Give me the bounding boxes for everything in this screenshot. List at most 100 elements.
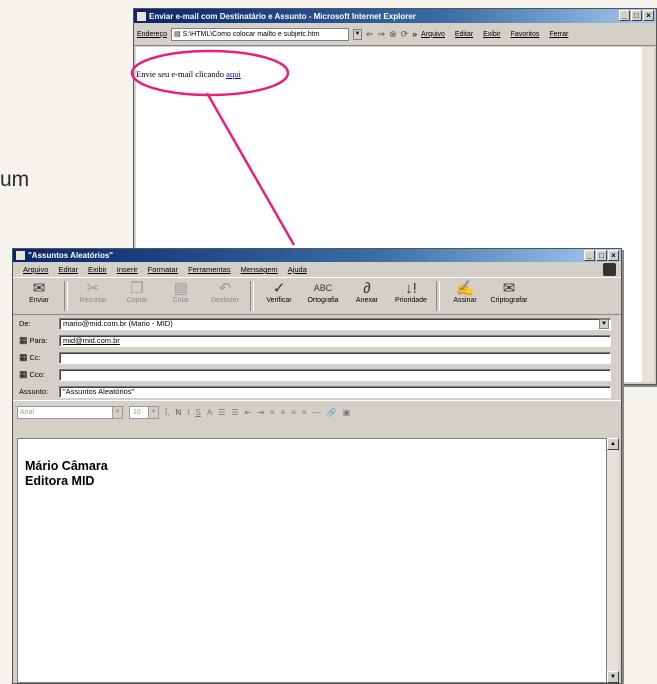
chevron-down-icon[interactable]: ▼ <box>148 406 158 418</box>
chevron-down-icon[interactable]: ▼ <box>599 318 609 329</box>
stop-icon[interactable]: ⊗ <box>389 29 397 40</box>
send-label: Enviar <box>29 297 49 304</box>
horizontal-line-icon[interactable]: — <box>313 408 321 417</box>
menu-formatar[interactable]: Formatar <box>148 265 178 274</box>
align-center-icon[interactable]: ≡ <box>281 408 286 417</box>
scroll-up-icon[interactable]: ▲ <box>607 438 619 450</box>
address-book-icon: ▦ <box>19 335 28 345</box>
back-icon[interactable]: ⇐ <box>366 29 374 40</box>
menu-arquivo[interactable]: Arquivo <box>23 265 48 274</box>
undo-button[interactable]: ↶ Desfazer <box>203 278 247 304</box>
insert-image-icon[interactable]: ▣ <box>343 408 351 417</box>
font-name-value: Arial <box>20 408 35 416</box>
signature: Mário Câmara Editora MID <box>25 459 108 489</box>
decrease-indent-icon[interactable]: ⇤ <box>245 408 252 417</box>
underline-icon[interactable]: S <box>195 408 200 417</box>
undo-icon: ↶ <box>218 280 232 297</box>
from-label: De: <box>19 319 59 328</box>
font-size-select[interactable]: 10 ▼ <box>129 405 159 419</box>
address-book-icon: ▦ <box>19 352 28 362</box>
ie-title: Enviar e-mail com Destinatário e Assunto… <box>149 11 416 21</box>
ie-menu-exibir[interactable]: Exibir <box>483 31 501 38</box>
ie-menu-editar[interactable]: Editar <box>455 31 473 38</box>
bold-icon[interactable]: N <box>175 408 181 417</box>
sign-button[interactable]: ✍ Assinar <box>443 278 487 304</box>
bcc-field[interactable] <box>59 368 611 381</box>
chevron-down-icon[interactable]: ▼ <box>112 406 122 418</box>
font-name-select[interactable]: Arial ▼ <box>17 405 123 419</box>
ie-menu-arquivo[interactable]: Arquivo <box>421 31 445 38</box>
mailto-link[interactable]: aqui <box>226 69 241 79</box>
numbered-list-icon[interactable]: ☰ <box>218 408 225 417</box>
justify-icon[interactable]: ≡ <box>302 408 307 417</box>
address-book-icon: ▦ <box>19 369 28 379</box>
cc-field[interactable] <box>59 351 611 364</box>
ie-menu: Arquivo Editar Exibir Favoritos Ferrar <box>421 31 576 38</box>
priority-button[interactable]: ↓! Prioridade <box>389 278 433 304</box>
subject-row: Assunto: "Assuntos Aleatórios" <box>13 383 621 400</box>
menu-inserir[interactable]: Inserir <box>117 265 138 274</box>
scroll-down-icon[interactable]: ▼ <box>607 671 619 683</box>
paragraph-style-icon[interactable]: Ī, <box>165 408 169 417</box>
menu-ajuda[interactable]: Ajuda <box>288 265 307 274</box>
body-scrollbar[interactable]: ▲ ▼ <box>607 438 619 683</box>
cut-label: Recortar <box>79 297 107 304</box>
to-field[interactable]: mid@mid.com.br <box>59 334 611 347</box>
to-value: mid@mid.com.br <box>63 336 120 345</box>
attach-icon: ∂ <box>363 280 371 297</box>
close-icon[interactable]: × <box>608 250 619 261</box>
forward-icon[interactable]: ⇒ <box>378 29 386 40</box>
menu-mensagem[interactable]: Mensagem <box>241 265 278 274</box>
refresh-icon[interactable]: ⟳ <box>401 29 409 40</box>
align-left-icon[interactable]: ≡ <box>270 408 275 417</box>
menu-ferramentas[interactable]: Ferramentas <box>188 265 231 274</box>
bcc-row: ▦ Cco: <box>13 366 621 383</box>
minimize-icon[interactable]: _ <box>619 10 630 21</box>
cc-label[interactable]: ▦ Cc: <box>19 352 59 363</box>
sign-label: Assinar <box>453 297 477 304</box>
maximize-icon[interactable]: □ <box>631 10 642 21</box>
format-toolbar: Arial ▼ 10 ▼ Ī, N I S A ☰ ☰ ⇤ ⇥ ≡ ≡ ≡ ≡ — … <box>13 400 621 423</box>
subject-field[interactable]: "Assuntos Aleatórios" <box>59 385 611 398</box>
ie-window-controls: _ □ × <box>619 10 654 21</box>
encrypt-icon: ✉ <box>502 280 516 297</box>
send-button[interactable]: ✉ Enviar <box>17 278 61 304</box>
throbber-icon <box>603 263 616 276</box>
paste-button[interactable]: ▤ Colar <box>159 278 203 304</box>
background-partial-text: um <box>0 168 30 191</box>
align-right-icon[interactable]: ≡ <box>291 408 296 417</box>
menu-editar[interactable]: Editar <box>58 265 78 274</box>
font-color-icon[interactable]: A <box>207 408 212 417</box>
minimize-icon[interactable]: _ <box>584 250 595 261</box>
compose-window: "Assuntos Aleatórios" _ □ × Arquivo Edit… <box>12 248 622 684</box>
message-body[interactable]: Mário Câmara Editora MID <box>17 438 607 683</box>
close-icon[interactable]: × <box>643 10 654 21</box>
cut-button[interactable]: ✂ Recortar <box>71 278 115 304</box>
bullet-list-icon[interactable]: ☰ <box>231 408 238 417</box>
more-icon[interactable]: » <box>412 29 417 39</box>
increase-indent-icon[interactable]: ⇥ <box>257 408 264 417</box>
encrypt-button[interactable]: ✉ Criptografar <box>487 278 531 304</box>
spelling-button[interactable]: ABC Ortografia <box>301 278 345 304</box>
ie-address-bar: Endereço ▤ S:\HTML\Como colocar mailto e… <box>134 23 656 46</box>
ie-scrollbar[interactable] <box>642 47 654 382</box>
copy-button[interactable]: ❐ Copiar <box>115 278 159 304</box>
attach-button[interactable]: ∂ Anexar <box>345 278 389 304</box>
subject-value: "Assuntos Aleatórios" <box>63 387 135 396</box>
check-names-label: Verificar <box>266 297 292 304</box>
compose-title: "Assuntos Aleatórios" <box>28 251 114 260</box>
chevron-down-icon[interactable]: ▼ <box>352 28 362 40</box>
address-input[interactable]: ▤ S:\HTML\Como colocar mailto e subjetc.… <box>170 27 349 41</box>
check-names-button[interactable]: ✓ Verificar <box>257 278 301 304</box>
ie-menu-favoritos[interactable]: Favoritos <box>511 31 540 38</box>
to-label[interactable]: ▦ Para: <box>19 335 59 346</box>
cc-label-text: Cc: <box>29 353 41 362</box>
menu-exibir[interactable]: Exibir <box>88 265 107 274</box>
ie-menu-ferramentas[interactable]: Ferrar <box>549 31 568 38</box>
bcc-label[interactable]: ▦ Cco: <box>19 369 59 380</box>
italic-icon[interactable]: I <box>187 408 189 417</box>
maximize-icon[interactable]: □ <box>596 250 607 261</box>
priority-icon: ↓! <box>405 280 417 297</box>
hyperlink-icon[interactable]: 🔗 <box>327 408 337 417</box>
from-select[interactable]: mario@mid.com.br (Mario - MID) ▼ <box>59 317 611 330</box>
